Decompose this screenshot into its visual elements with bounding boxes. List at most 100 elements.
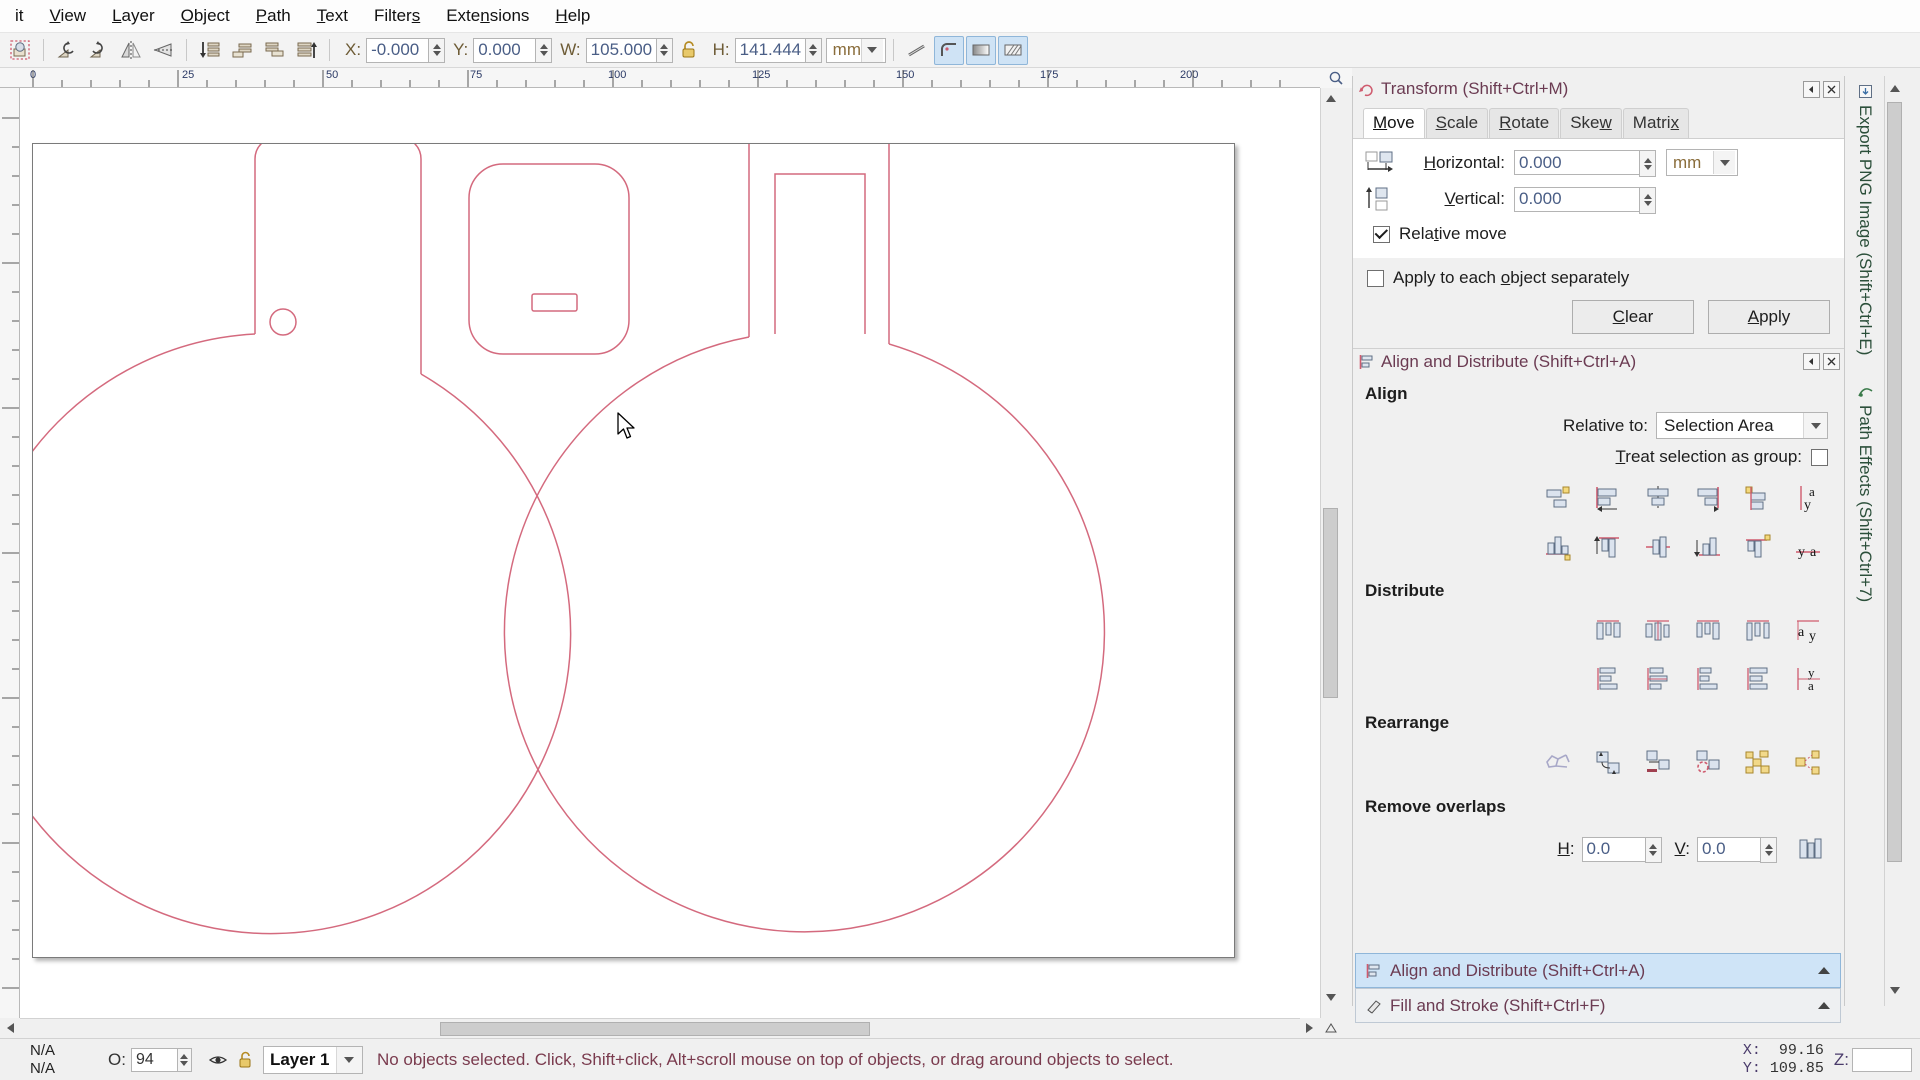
exchange-positions-clockwise-icon[interactable] bbox=[1688, 743, 1728, 783]
apply-each-row[interactable]: Apply to each object separately bbox=[1353, 258, 1844, 288]
canvas-vertical-scrollbar[interactable] bbox=[1320, 88, 1340, 1018]
menu-item-filters[interactable]: Filters bbox=[361, 3, 433, 29]
unlock-layer-icon[interactable] bbox=[237, 1050, 254, 1069]
vertical-field[interactable] bbox=[1514, 186, 1656, 214]
distribute-left-edges-equidistantly-icon[interactable] bbox=[1588, 611, 1628, 651]
units-select[interactable]: mm bbox=[825, 37, 886, 63]
x-field[interactable] bbox=[366, 37, 446, 63]
distribute-centers-vertically-icon[interactable] bbox=[1638, 659, 1678, 699]
align-left-edges-to-right-anchor-icon[interactable] bbox=[1738, 479, 1778, 519]
canvas-horizontal-scrollbar[interactable] bbox=[20, 1018, 1300, 1038]
menu-item-layer[interactable]: Layer bbox=[99, 3, 168, 29]
zoom-input[interactable] bbox=[1852, 1047, 1912, 1072]
tab-rotate[interactable]: Rotate bbox=[1489, 108, 1560, 138]
graph-layout-nodes-icon[interactable] bbox=[1538, 743, 1578, 783]
dock-scrollbar[interactable] bbox=[1884, 76, 1904, 1006]
transform-units-select[interactable]: mm bbox=[1666, 149, 1738, 176]
exchange-positions-zorder-icon[interactable] bbox=[1638, 743, 1678, 783]
fill-stroke-indicator[interactable]: N/A N/A bbox=[30, 1042, 90, 1077]
lock-wh-ratio-icon[interactable] bbox=[674, 36, 704, 65]
scroll-down-icon[interactable] bbox=[1322, 988, 1340, 1006]
scroll-up-icon[interactable] bbox=[1322, 90, 1340, 108]
close-icon[interactable] bbox=[1823, 80, 1840, 98]
select-all-icon[interactable] bbox=[5, 36, 35, 65]
vertical-scroll-thumb[interactable] bbox=[1323, 508, 1338, 698]
w-input[interactable] bbox=[585, 37, 656, 63]
overlap-v-spinner[interactable] bbox=[1760, 836, 1777, 863]
distribute-vertical-gaps-icon[interactable] bbox=[1738, 659, 1778, 699]
opacity-control[interactable]: O: bbox=[108, 1047, 192, 1072]
h-spinner[interactable] bbox=[804, 37, 822, 63]
align-left-edges-icon[interactable] bbox=[1588, 479, 1628, 519]
align-top-to-bottom-anchor-icon[interactable] bbox=[1738, 527, 1778, 567]
affect-stroke-width-icon[interactable] bbox=[902, 36, 932, 65]
dockbar-fill-and-stroke[interactable]: Fill and Stroke (Shift+Ctrl+F) bbox=[1355, 988, 1841, 1023]
rotate-90-cw-icon[interactable] bbox=[84, 36, 114, 65]
dockbar-align-and-distribute[interactable]: Align and Distribute (Shift+Ctrl+A) bbox=[1355, 953, 1841, 988]
distribute-bottom-edges-equidistantly-icon[interactable] bbox=[1688, 659, 1728, 699]
toggle-sticky-zoom-icon[interactable] bbox=[1322, 1018, 1340, 1038]
menu-item-edit[interactable]: it bbox=[2, 3, 37, 29]
vertical-ruler[interactable] bbox=[0, 88, 20, 1018]
horizontal-input[interactable] bbox=[1514, 150, 1639, 175]
relative-to-select[interactable]: Selection Area bbox=[1656, 412, 1828, 439]
dock-scroll-thumb[interactable] bbox=[1887, 102, 1902, 862]
horizontal-scroll-thumb[interactable] bbox=[440, 1022, 870, 1036]
chevron-down-icon[interactable] bbox=[860, 38, 883, 62]
distribute-centers-horizontally-icon[interactable] bbox=[1638, 611, 1678, 651]
opacity-input[interactable] bbox=[130, 1047, 177, 1072]
dock-float-icon[interactable] bbox=[1803, 80, 1820, 98]
menu-item-extensions[interactable]: Extensions bbox=[433, 3, 542, 29]
unclump-objects-icon[interactable] bbox=[1788, 743, 1828, 783]
rotate-90-ccw-icon[interactable] bbox=[52, 36, 82, 65]
center-on-horizontal-axis-icon[interactable] bbox=[1638, 527, 1678, 567]
align-right-edges-icon[interactable] bbox=[1688, 479, 1728, 519]
distribute-right-edges-equidistantly-icon[interactable] bbox=[1688, 611, 1728, 651]
tab-skew[interactable]: Skew bbox=[1560, 108, 1622, 138]
relative-move-checkbox[interactable] bbox=[1373, 225, 1390, 243]
dock-float-icon[interactable] bbox=[1803, 353, 1820, 370]
menu-item-view[interactable]: View bbox=[37, 3, 100, 29]
y-input[interactable] bbox=[473, 37, 536, 63]
scroll-right-icon[interactable] bbox=[1300, 1018, 1318, 1038]
apply-button[interactable]: Apply bbox=[1708, 300, 1830, 334]
overlap-v-input[interactable] bbox=[1697, 836, 1760, 862]
caret-up-icon[interactable] bbox=[1818, 1002, 1830, 1009]
distribute-text-anchors-horizontally-icon[interactable]: a y bbox=[1788, 611, 1828, 651]
menu-item-help[interactable]: Help bbox=[542, 3, 603, 29]
drawing-canvas[interactable] bbox=[20, 88, 1320, 1018]
affect-rounded-corners-icon[interactable] bbox=[933, 35, 964, 65]
affect-gradients-icon[interactable] bbox=[965, 35, 996, 65]
lower-to-bottom-icon[interactable] bbox=[195, 36, 225, 65]
eye-icon[interactable] bbox=[208, 1052, 228, 1068]
text-baseline-horizontal-icon[interactable]: y a bbox=[1788, 527, 1828, 567]
align-bottom-edges-icon[interactable] bbox=[1688, 527, 1728, 567]
vertical-input[interactable] bbox=[1514, 186, 1639, 212]
align-top-edges-icon[interactable] bbox=[1588, 527, 1628, 567]
menu-item-object[interactable]: Object bbox=[168, 3, 243, 29]
relative-move-row[interactable]: Relative move bbox=[1365, 222, 1832, 252]
menu-item-path[interactable]: Path bbox=[243, 3, 304, 29]
x-input[interactable] bbox=[366, 37, 429, 63]
tab-move[interactable]: Move bbox=[1363, 108, 1425, 138]
text-anchor-baseline-vertical-icon[interactable]: a y bbox=[1788, 479, 1828, 519]
h-field[interactable] bbox=[734, 37, 822, 63]
y-field[interactable] bbox=[473, 37, 553, 63]
scroll-down-icon[interactable] bbox=[1886, 981, 1904, 999]
w-field[interactable] bbox=[585, 37, 673, 63]
lower-one-step-icon[interactable] bbox=[227, 36, 257, 65]
vertical-spinner[interactable] bbox=[1639, 186, 1656, 214]
close-icon[interactable] bbox=[1823, 353, 1840, 370]
menu-item-text[interactable]: Text bbox=[304, 3, 361, 29]
scroll-left-icon[interactable] bbox=[2, 1018, 20, 1038]
y-spinner[interactable] bbox=[535, 37, 553, 63]
overlap-v-field[interactable] bbox=[1697, 836, 1777, 863]
vertical-tab-export-png[interactable]: Export PNG Image (Shift+Ctrl+E) bbox=[1845, 76, 1885, 376]
x-spinner[interactable] bbox=[428, 37, 446, 63]
remove-overlaps-icon[interactable] bbox=[1790, 829, 1830, 869]
w-spinner[interactable] bbox=[655, 37, 673, 63]
caret-up-icon[interactable] bbox=[1818, 967, 1830, 974]
tab-matrix[interactable]: Matrix bbox=[1622, 108, 1690, 138]
clear-button[interactable]: Clear bbox=[1572, 300, 1694, 334]
horizontal-field[interactable] bbox=[1514, 150, 1656, 177]
